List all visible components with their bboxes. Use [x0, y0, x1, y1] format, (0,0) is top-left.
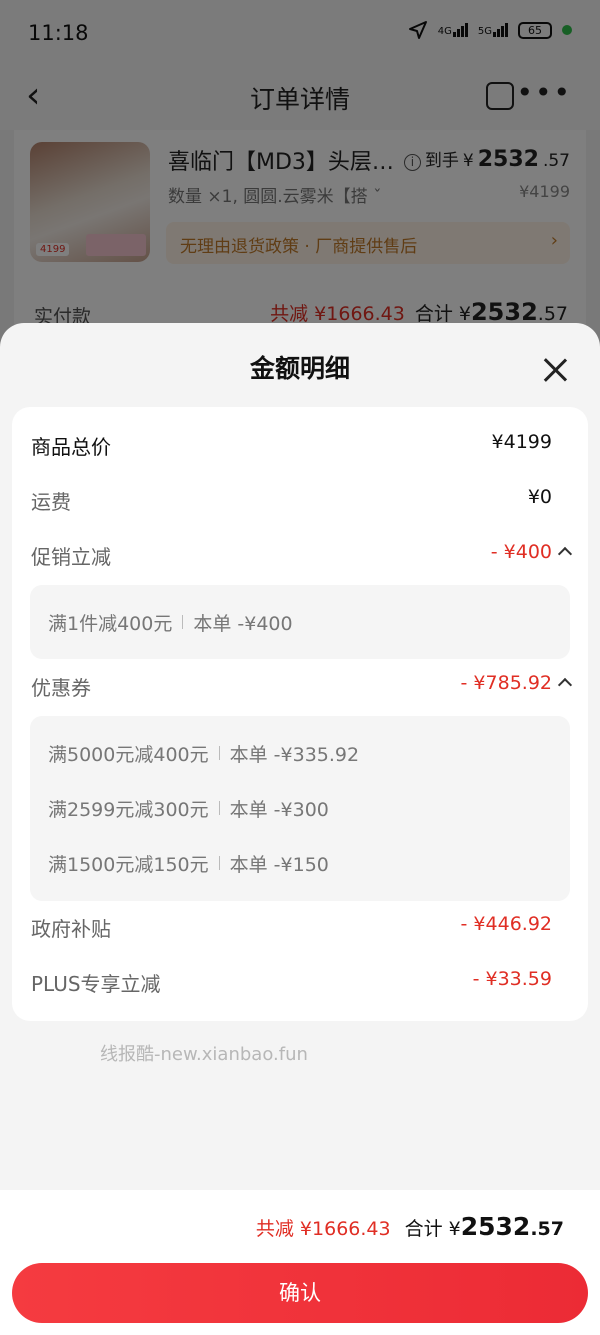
- divider: [218, 856, 220, 870]
- amount-detail-card: 商品总价 ¥4199 运费 ¥0 促销立减 - ¥400 满1件减400元 本单 …: [12, 407, 588, 1021]
- promo-value: - ¥400: [490, 541, 552, 563]
- row-shipping: 运费 ¥0: [12, 480, 588, 520]
- shipping-label: 运费: [31, 490, 71, 514]
- coupon-item-rule: 满1500元减150元: [48, 853, 209, 876]
- coupon-item: 满5000元减400元 本单 -¥335.92: [48, 738, 359, 768]
- promo-detail-box: 满1件减400元 本单 -¥400: [30, 585, 570, 659]
- footer-total-label: 合计 ¥: [404, 1218, 461, 1240]
- promo-label: 促销立减: [31, 545, 111, 569]
- chevron-up-icon[interactable]: [557, 677, 573, 693]
- amount-detail-sheet: 金额明细 商品总价 ¥4199 运费 ¥0 促销立减 - ¥400 满1件减40…: [0, 323, 600, 1335]
- total-price-label: 商品总价: [31, 435, 111, 459]
- footer-total-int: 2532: [460, 1212, 531, 1241]
- coupon-item-rule: 满5000元减400元: [48, 743, 209, 766]
- footer-total-dec: .57: [530, 1218, 564, 1240]
- footer-reduce: 共减 ¥1666.43: [255, 1218, 391, 1240]
- divider: [218, 746, 220, 760]
- promo-item-rule: 满1件减400元: [48, 612, 173, 635]
- sheet-footer: 共减 ¥1666.43 合计 ¥2532.57 确认: [0, 1190, 600, 1335]
- total-price-value: ¥4199: [491, 431, 552, 453]
- sheet-title: 金额明细: [249, 354, 350, 383]
- row-total-price: 商品总价 ¥4199: [12, 425, 588, 465]
- row-coupon[interactable]: 优惠券 - ¥785.92: [12, 666, 588, 706]
- plus-label: PLUS专享立减: [31, 972, 161, 996]
- coupon-item: 满2599元减300元 本单 -¥300: [48, 793, 329, 823]
- coupon-item: 满1500元减150元 本单 -¥150: [48, 848, 329, 878]
- close-icon[interactable]: [542, 357, 568, 383]
- coupon-label: 优惠券: [31, 676, 91, 700]
- divider: [218, 801, 220, 815]
- coupon-item-amount: 本单 -¥150: [229, 853, 329, 876]
- coupon-detail-box: 满5000元减400元 本单 -¥335.92 满2599元减300元 本单 -¥3…: [30, 716, 570, 901]
- watermark: 线报酷-new.xianbao.fun: [100, 1044, 308, 1065]
- row-promo[interactable]: 促销立减 - ¥400: [12, 535, 588, 575]
- promo-item-amount: 本单 -¥400: [193, 612, 293, 635]
- footer-total: 合计 ¥2532.57: [405, 1212, 564, 1241]
- coupon-item-amount: 本单 -¥335.92: [229, 743, 360, 766]
- coupon-item-rule: 满2599元减300元: [48, 798, 209, 821]
- divider: [182, 615, 184, 629]
- row-plus: PLUS专享立减 - ¥33.59: [12, 962, 588, 1002]
- subsidy-value: - ¥446.92: [460, 913, 552, 935]
- promo-item: 满1件减400元 本单 -¥400: [48, 607, 293, 637]
- shipping-value: ¥0: [527, 486, 552, 508]
- footer-summary: 共减 ¥1666.43 合计 ¥2532.57: [256, 1212, 564, 1241]
- chevron-up-icon[interactable]: [557, 546, 573, 562]
- row-subsidy: 政府补贴 - ¥446.92: [12, 907, 588, 947]
- coupon-value: - ¥785.92: [460, 672, 552, 694]
- subsidy-label: 政府补贴: [31, 917, 111, 941]
- coupon-item-amount: 本单 -¥300: [229, 798, 329, 821]
- confirm-button[interactable]: 确认: [12, 1263, 588, 1323]
- plus-value: - ¥33.59: [472, 968, 552, 990]
